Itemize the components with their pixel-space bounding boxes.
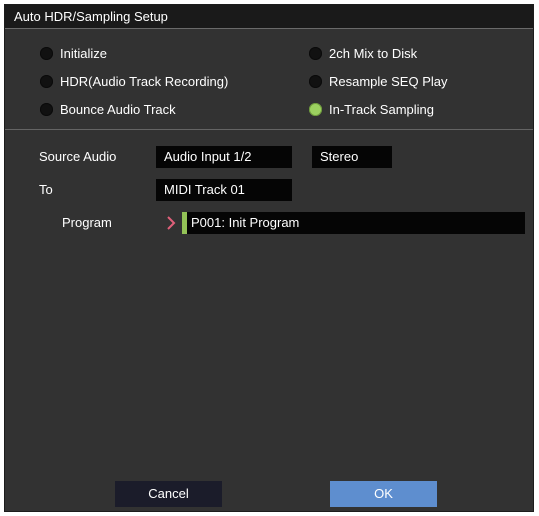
radio-dot-icon xyxy=(309,46,322,60)
chevron-right-icon[interactable] xyxy=(165,215,177,231)
channel-mode-field[interactable]: Stereo xyxy=(312,146,392,168)
radio-2ch-mix-to-disk[interactable]: 2ch Mix to Disk xyxy=(309,44,417,62)
radio-bounce-audio-track[interactable]: Bounce Audio Track xyxy=(40,100,176,118)
auto-hdr-sampling-dialog: Auto HDR/Sampling Setup Initialize HDR(A… xyxy=(4,4,534,512)
radio-label: Resample SEQ Play xyxy=(329,73,448,89)
ok-button[interactable]: OK xyxy=(330,481,437,507)
source-audio-field[interactable]: Audio Input 1/2 xyxy=(156,146,292,168)
radio-label: Initialize xyxy=(60,45,107,61)
radio-dot-icon xyxy=(40,102,53,116)
to-label: To xyxy=(39,182,53,197)
radio-label: HDR(Audio Track Recording) xyxy=(60,73,229,89)
program-label: Program xyxy=(62,215,112,230)
source-audio-label: Source Audio xyxy=(39,149,117,164)
radio-label: Bounce Audio Track xyxy=(60,101,176,117)
cancel-button[interactable]: Cancel xyxy=(115,481,222,507)
radio-initialize[interactable]: Initialize xyxy=(40,44,107,62)
radio-label: 2ch Mix to Disk xyxy=(329,45,418,61)
dialog-title: Auto HDR/Sampling Setup xyxy=(5,5,533,29)
radio-label: In-Track Sampling xyxy=(329,101,434,117)
radio-selected-dot-icon xyxy=(309,102,322,116)
radio-in-track-sampling[interactable]: In-Track Sampling xyxy=(309,100,434,118)
radio-resample-seq-play[interactable]: Resample SEQ Play xyxy=(309,72,448,90)
section-divider xyxy=(5,129,533,130)
radio-hdr-audio-track-recording[interactable]: HDR(Audio Track Recording) xyxy=(40,72,228,90)
radio-dot-icon xyxy=(40,74,53,88)
to-track-field[interactable]: MIDI Track 01 xyxy=(156,179,292,201)
radio-dot-icon xyxy=(40,46,53,60)
program-field[interactable]: P001: Init Program xyxy=(187,212,525,234)
radio-dot-icon xyxy=(309,74,322,88)
